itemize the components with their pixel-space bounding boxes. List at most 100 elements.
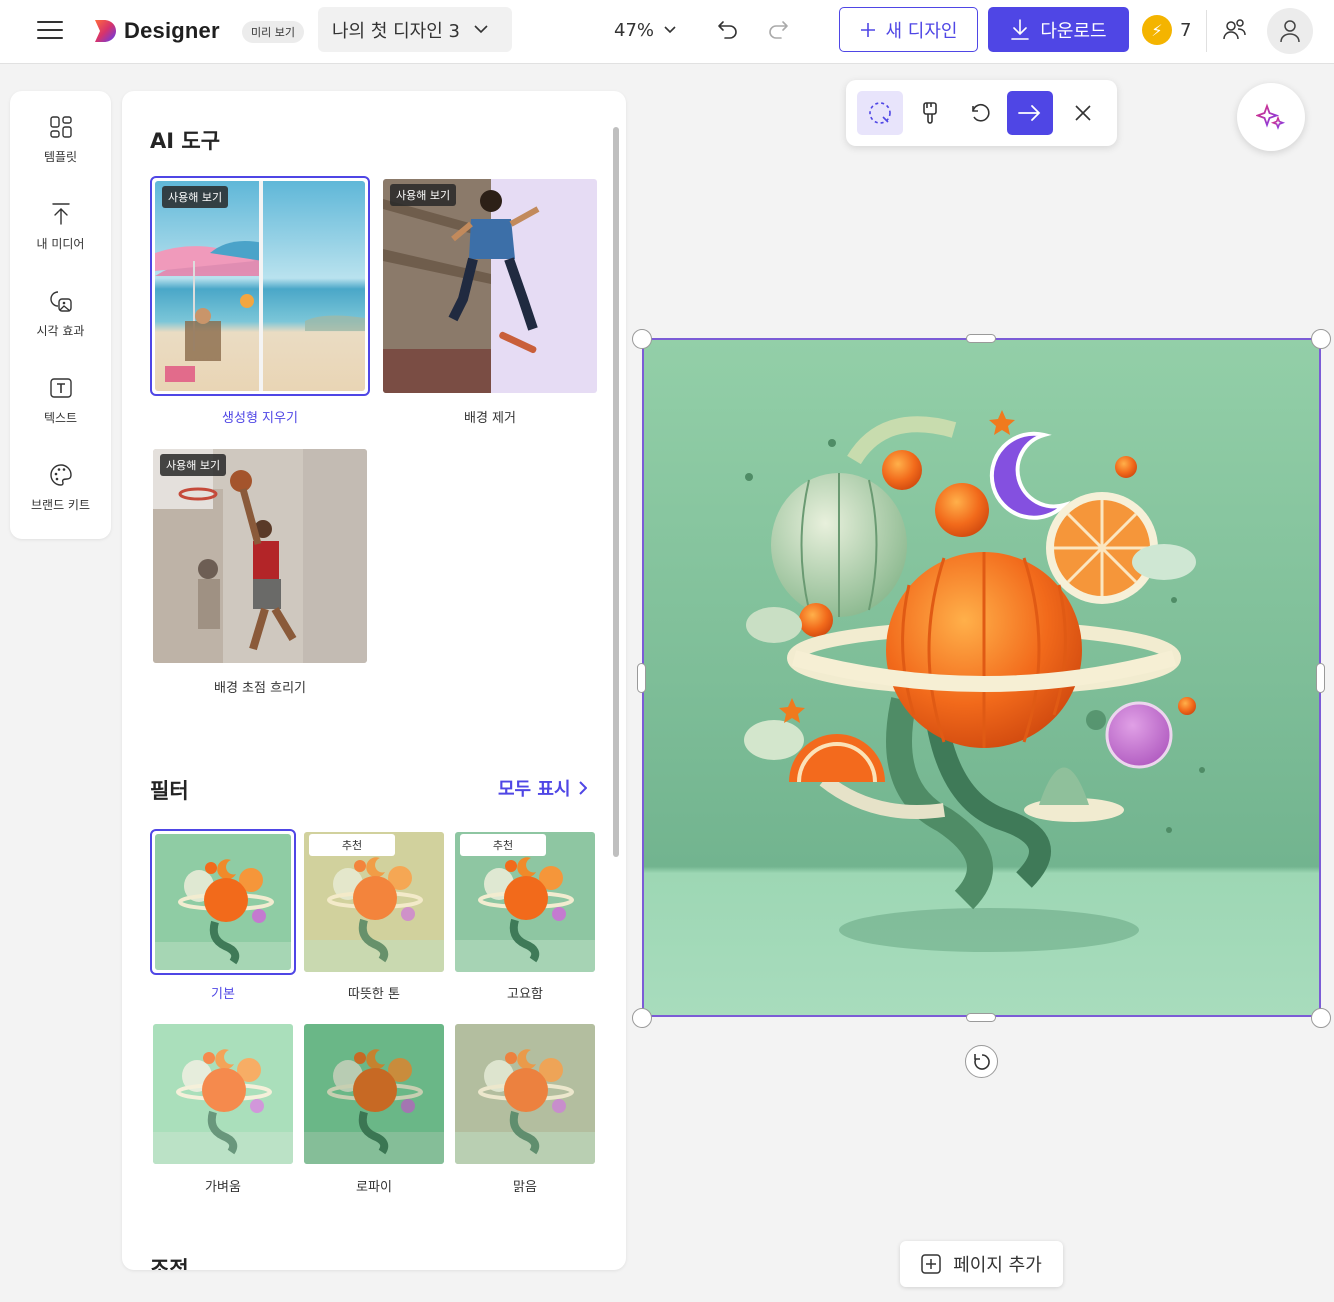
skater-thumbnail (383, 179, 597, 393)
person-icon (1280, 20, 1300, 43)
filter-option[interactable]: 추천 (452, 829, 598, 975)
filter-label: 기본 (211, 987, 235, 1002)
rail-item-templates[interactable]: 템플릿 (10, 100, 111, 180)
show-all-label: 모두 표시 (498, 779, 571, 800)
rail-item-visuals[interactable]: 시각 효과 (10, 274, 111, 354)
sparkle-icon (1256, 103, 1286, 130)
text-icon (49, 378, 72, 398)
visuals-icon (49, 291, 72, 312)
undo-icon (718, 21, 737, 39)
header-divider (1206, 10, 1207, 52)
tool-remove-background[interactable]: 사용해 보기 (380, 176, 600, 396)
app-logo[interactable]: Designer (92, 14, 220, 48)
rail-label: 내 미디어 (36, 237, 85, 251)
new-design-button[interactable]: 새 디자인 (839, 7, 978, 52)
document-title-dropdown[interactable]: 나의 첫 디자인 3 (318, 7, 512, 52)
new-design-label: 새 디자인 (885, 20, 958, 42)
rail-item-brand-kit[interactable]: 브랜드 키트 (10, 448, 111, 528)
tool-label: 생성형 지우기 (222, 411, 298, 426)
adjust-heading: 조정 (150, 1257, 189, 1270)
filter-option[interactable]: 추천 (301, 829, 447, 975)
rail-label: 템플릿 (43, 150, 78, 164)
brush-icon (923, 102, 937, 124)
download-icon (1011, 18, 1030, 40)
filter-label: 맑음 (513, 1180, 537, 1195)
ai-tools-heading: AI 도구 (150, 129, 221, 153)
preview-badge: 미리 보기 (242, 21, 304, 43)
filter-thumbnail (304, 1024, 444, 1164)
rail-label: 텍스트 (43, 411, 78, 425)
panel-scrollbar[interactable] (613, 127, 619, 857)
close-toolbar-button[interactable] (1060, 91, 1106, 135)
reset-button[interactable] (957, 91, 1003, 135)
close-icon (1075, 105, 1091, 121)
ai-assist-button[interactable] (1237, 83, 1305, 151)
tool-label: 배경 초점 흐리기 (214, 681, 306, 696)
filter-option[interactable] (150, 1021, 296, 1167)
filter-preview-image (304, 1024, 444, 1164)
basketball-thumbnail (153, 449, 367, 663)
rail-item-my-media[interactable]: 내 미디어 (10, 187, 111, 267)
document-title: 나의 첫 디자인 3 (332, 20, 460, 42)
top-bar: Designer 미리 보기 나의 첫 디자인 3 47% 새 디자인 다운로드… (0, 0, 1334, 64)
filter-option[interactable] (301, 1021, 447, 1167)
tool-blur-background[interactable]: 사용해 보기 (150, 446, 370, 666)
redo-button[interactable] (762, 14, 794, 46)
resize-handle-bottom[interactable] (966, 1013, 996, 1022)
rotate-icon (973, 1053, 990, 1070)
credit-count: 7 (1180, 19, 1192, 41)
app-name: Designer (124, 18, 220, 43)
apply-button[interactable] (1007, 91, 1053, 135)
add-page-label: 페이지 추가 (953, 1255, 1042, 1276)
recommended-badge: 추천 (309, 834, 395, 856)
filter-preview-image (155, 834, 291, 970)
filter-preview-image (455, 1024, 595, 1164)
try-badge: 사용해 보기 (162, 186, 229, 208)
resize-handle-right[interactable] (1316, 663, 1325, 693)
select-region-button[interactable] (857, 91, 903, 135)
account-avatar[interactable] (1267, 8, 1313, 54)
lasso-select-icon (869, 102, 891, 124)
lightning-icon: ⚡ (1142, 15, 1172, 45)
rail-item-text[interactable]: 텍스트 (10, 361, 111, 441)
hamburger-menu-button[interactable] (30, 12, 70, 48)
download-label: 다운로드 (1040, 20, 1107, 42)
resize-handle-top[interactable] (966, 334, 996, 343)
tool-generative-erase[interactable]: 사용해 보기 (150, 176, 370, 396)
plus-icon (860, 22, 875, 37)
designer-logo-icon (95, 20, 116, 42)
brush-button[interactable] (907, 91, 953, 135)
add-page-button[interactable]: 페이지 추가 (900, 1241, 1063, 1287)
planet-fruit-artwork (644, 340, 1319, 1015)
resize-handle-bottom-right[interactable] (1311, 1008, 1331, 1028)
show-all-link[interactable]: 모두 표시 (498, 775, 587, 801)
filter-label: 로파이 (356, 1180, 392, 1195)
filter-label: 고요함 (507, 987, 543, 1002)
filter-option[interactable] (150, 829, 296, 975)
resize-handle-bottom-left[interactable] (632, 1008, 652, 1028)
download-button[interactable]: 다운로드 (988, 7, 1129, 52)
boost-credits[interactable]: ⚡ 7 (1142, 12, 1191, 48)
upload-icon (51, 203, 70, 225)
hamburger-icon (37, 21, 63, 39)
zoom-level: 47% (614, 19, 655, 41)
skater-image (383, 179, 597, 393)
tool-label: 배경 제거 (464, 411, 516, 426)
beach-image (155, 181, 365, 391)
resize-handle-left[interactable] (637, 663, 646, 693)
redo-icon (769, 21, 788, 39)
filter-option[interactable] (452, 1021, 598, 1167)
chevron-down-icon (474, 25, 488, 34)
share-button[interactable] (1217, 12, 1253, 48)
palette-icon (49, 464, 72, 486)
resize-handle-top-left[interactable] (632, 329, 652, 349)
zoom-dropdown[interactable]: 47% (614, 14, 676, 46)
design-canvas[interactable] (642, 338, 1321, 1017)
rotate-handle[interactable] (965, 1045, 998, 1078)
recommended-badge: 추천 (460, 834, 546, 856)
resize-handle-top-right[interactable] (1311, 329, 1331, 349)
image-floating-toolbar (846, 80, 1117, 146)
rail-label: 시각 효과 (36, 324, 85, 338)
undo-button[interactable] (712, 14, 744, 46)
try-badge: 사용해 보기 (390, 184, 457, 206)
